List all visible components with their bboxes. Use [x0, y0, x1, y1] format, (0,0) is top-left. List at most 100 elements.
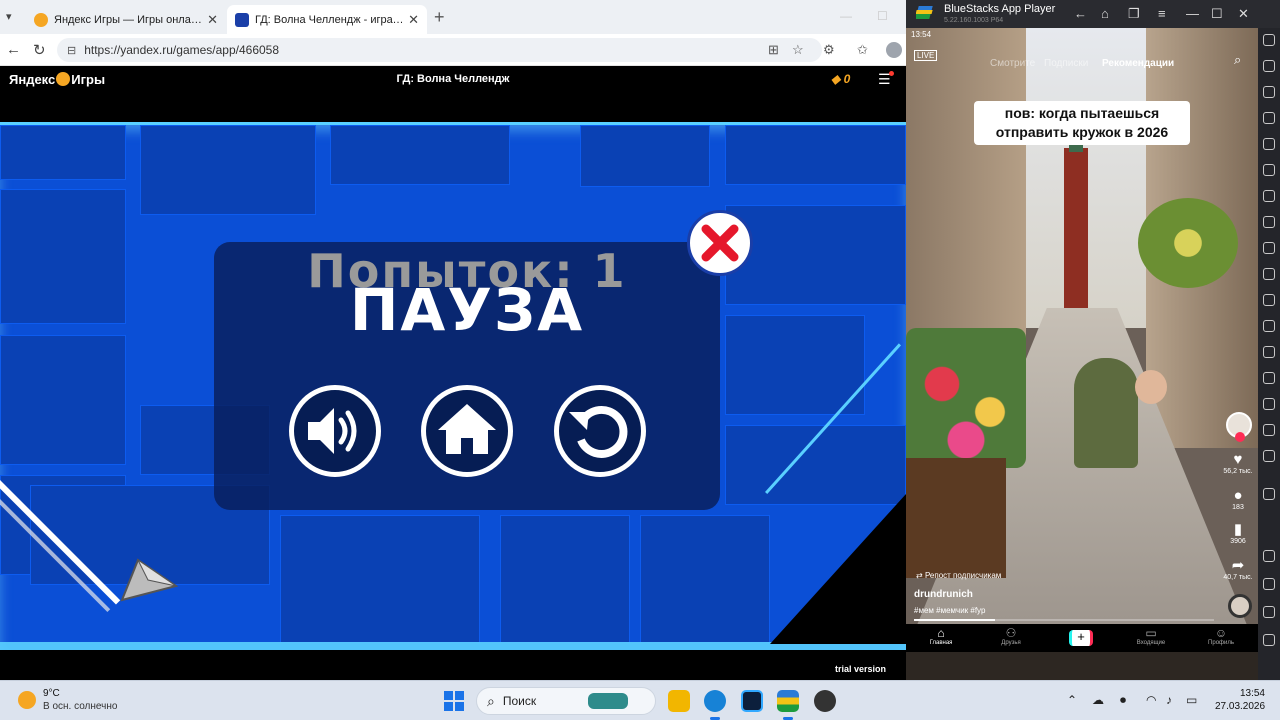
coins-counter[interactable]: ◆ 0	[831, 72, 850, 86]
sidebar-tool-icon[interactable]	[1263, 346, 1275, 358]
maximize-icon[interactable]: ☐	[1211, 6, 1223, 22]
speaker-icon	[308, 408, 357, 454]
sidebar-tool-icon[interactable]	[1263, 190, 1275, 202]
bookmark-star-icon[interactable]: ☆	[792, 42, 804, 58]
sidebar-tool-icon[interactable]	[1263, 424, 1275, 436]
volume-icon[interactable]: ♪	[1166, 693, 1172, 707]
favorites-icon[interactable]: ✩	[857, 42, 868, 58]
search-icon[interactable]: ⌕	[1234, 52, 1241, 68]
battery-icon[interactable]: ▭	[1186, 693, 1197, 707]
recent-apps-icon[interactable]	[1263, 634, 1275, 646]
profile-avatar[interactable]	[886, 42, 902, 58]
nav-label: Главная	[929, 640, 953, 646]
tab-actions-icon[interactable]: ▾	[6, 10, 12, 23]
sidebar-tool-icon[interactable]	[1263, 450, 1275, 462]
restart-button[interactable]	[554, 385, 646, 477]
home-icon[interactable]	[1263, 606, 1275, 618]
site-info-icon[interactable]: ⊟	[67, 44, 76, 57]
sidebar-tool-icon[interactable]	[1263, 242, 1275, 254]
video-progress-fill	[914, 619, 995, 621]
extensions-icon[interactable]: ⚙	[823, 42, 835, 58]
sidebar-tool-icon[interactable]	[1263, 372, 1275, 384]
weather-description[interactable]: В осн. солнечно	[43, 701, 117, 712]
bluestacks-taskbar-icon[interactable]	[777, 690, 799, 712]
app-install-icon[interactable]: ⊞	[768, 42, 779, 58]
file-explorer-icon[interactable]	[668, 690, 690, 712]
back-icon[interactable]	[1263, 578, 1275, 590]
save-button[interactable]: ▮ 3906	[1218, 522, 1258, 546]
repost-text: Репост подписчикам	[924, 571, 1002, 580]
sidebar-tool-icon[interactable]	[1263, 398, 1275, 410]
android-screen[interactable]: 13:54 LIVE Смотрите Подписки Рекомендаци…	[906, 28, 1258, 652]
close-pause-button[interactable]	[687, 210, 753, 276]
wifi-icon[interactable]: ◠	[1146, 693, 1156, 707]
sidebar-tool-icon[interactable]	[1263, 216, 1275, 228]
tab-yandex-games[interactable]: Яндекс Игры — Игры онлайн бес ✕	[26, 5, 226, 34]
taskbar-search[interactable]: ⌕ Поиск	[476, 687, 656, 715]
nav-inbox[interactable]: ▭ Входящие	[1126, 626, 1176, 646]
maximize-icon[interactable]: ☐	[877, 9, 888, 23]
close-tab-icon[interactable]: ✕	[408, 12, 419, 28]
sidebar-tool-icon[interactable]	[1263, 112, 1275, 124]
microphone-icon[interactable]: ⏺	[1120, 693, 1126, 708]
like-button[interactable]: ♥ 56,2 тыс.	[1218, 452, 1258, 476]
recent-apps-icon[interactable]: ❐	[1128, 6, 1140, 22]
home-icon[interactable]: ⌂	[1101, 6, 1109, 21]
nav-friends[interactable]: ⚇ Друзья	[986, 626, 1036, 646]
feed-tab[interactable]: Подписки	[1044, 58, 1088, 69]
clock-time[interactable]: 13:54	[1215, 688, 1265, 699]
sidebar-tool-icon[interactable]	[1263, 138, 1275, 150]
edge-browser-icon[interactable]	[704, 690, 726, 712]
sidebar-tool-icon[interactable]	[1263, 34, 1275, 46]
reload-icon[interactable]: ↻	[33, 41, 46, 59]
weather-temperature[interactable]: 9°C	[43, 688, 60, 699]
sound-disc-icon[interactable]	[1228, 594, 1252, 618]
back-icon[interactable]: ←	[1074, 6, 1087, 21]
share-icon: ➦	[1231, 557, 1245, 574]
close-icon[interactable]: ✕	[1238, 6, 1249, 22]
tab-gd-wave[interactable]: ГД: Волна Челлендж - играть онл ✕	[227, 5, 427, 34]
sidebar-tool-icon[interactable]	[1263, 86, 1275, 98]
comment-button[interactable]: ● 183	[1218, 488, 1258, 512]
weather-sun-icon[interactable]	[18, 691, 36, 709]
bluestacks-logo-icon	[916, 6, 933, 19]
menu-icon[interactable]: ☰	[878, 71, 894, 88]
follow-plus-icon[interactable]	[1235, 432, 1245, 442]
menu-icon[interactable]: ≡	[1158, 6, 1166, 21]
new-tab-button[interactable]: +	[434, 7, 445, 28]
share-button[interactable]: ➦ 40,7 тыс.	[1218, 557, 1258, 582]
sidebar-tool-icon[interactable]	[1263, 164, 1275, 176]
home-button[interactable]	[421, 385, 513, 477]
nav-home[interactable]: ⌂ Главная	[916, 626, 966, 646]
close-tab-icon[interactable]: ✕	[207, 12, 218, 28]
back-icon[interactable]: ←	[6, 41, 21, 58]
app-icon[interactable]	[814, 690, 836, 712]
video-progress[interactable]	[914, 619, 1214, 621]
bg-block	[640, 515, 770, 643]
create-button[interactable]: +	[1069, 630, 1093, 646]
clock-date[interactable]: 27.03.2026	[1215, 701, 1265, 712]
feed-tab[interactable]: Смотрите	[990, 58, 1035, 69]
sidebar-tool-icon[interactable]	[1263, 488, 1275, 500]
minimize-icon[interactable]: —	[840, 9, 852, 23]
cloud-icon[interactable]: ☁	[1092, 693, 1104, 707]
hashtags[interactable]: #мем #мемчик #fyp	[914, 606, 986, 615]
minimize-icon[interactable]: —	[1186, 6, 1199, 21]
photoshop-icon[interactable]	[741, 690, 763, 712]
game-canvas[interactable]: Попыток: 1 ПАУЗА trial version	[0, 94, 906, 680]
sidebar-tool-icon[interactable]	[1263, 294, 1275, 306]
bg-block	[0, 125, 126, 180]
feed-tab[interactable]: Рекомендации	[1102, 58, 1174, 69]
sidebar-tool-icon[interactable]	[1263, 60, 1275, 72]
url-field[interactable]: ⊟ https://yandex.ru/games/app/466058	[57, 38, 822, 62]
coins-value: 0	[843, 72, 851, 86]
address-bar: ← ↻ ⊟ https://yandex.ru/games/app/466058…	[0, 34, 906, 66]
sound-button[interactable]	[289, 385, 381, 477]
author-name[interactable]: drundrunich	[914, 589, 973, 600]
sidebar-tool-icon[interactable]	[1263, 268, 1275, 280]
sidebar-tool-icon[interactable]	[1263, 320, 1275, 332]
start-button[interactable]	[444, 691, 464, 711]
settings-icon[interactable]	[1263, 550, 1275, 562]
nav-profile[interactable]: ☺ Профиль	[1196, 626, 1246, 646]
chevron-up-icon[interactable]: ⌃	[1067, 693, 1077, 707]
